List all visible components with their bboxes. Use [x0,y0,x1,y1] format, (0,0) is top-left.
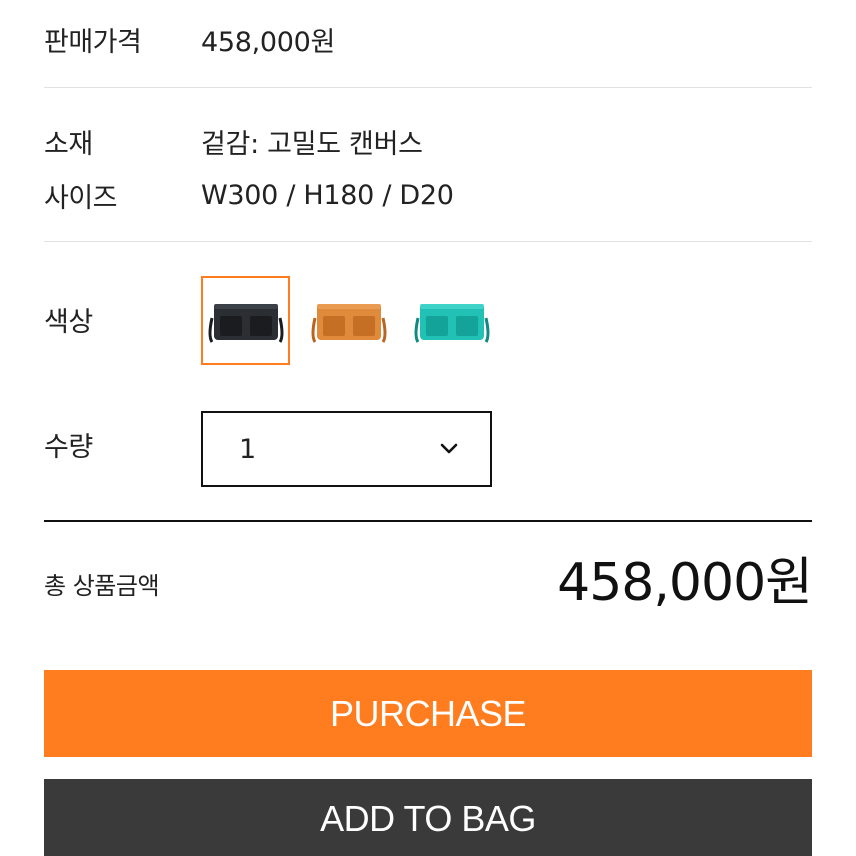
color-label: 색상 [44,307,93,338]
price-row: 판매가격 458,000원 [44,20,335,59]
color-row: 색상 [44,300,201,339]
size-row: 사이즈 W300 / H180 / D20 [44,176,454,215]
quantity-value: 1 [239,433,257,465]
material-label: 소재 [44,129,93,160]
color-swatch-black[interactable] [201,276,290,365]
color-swatch-orange[interactable] [304,276,393,365]
purchase-button-label: PURCHASE [329,692,527,734]
purchase-button[interactable]: PURCHASE [44,670,812,757]
material-value: 겉감: 고밀도 캔버스 [201,129,423,160]
divider [44,87,812,88]
add-to-bag-button[interactable]: ADD TO BAG [44,779,812,856]
total-label: 총 상품금액 [44,572,160,600]
material-row: 소재 겉감: 고밀도 캔버스 [44,122,423,161]
teal-bag-icon [414,303,489,343]
color-swatches [201,276,496,365]
quantity-label: 수량 [44,432,93,463]
total-price: 458,000원 [557,553,813,613]
color-swatch-teal[interactable] [407,276,496,365]
price-value: 458,000원 [201,27,336,58]
orange-bag-icon [311,303,386,343]
size-label: 사이즈 [44,183,118,214]
price-label: 판매가격 [44,27,142,58]
quantity-select[interactable]: 1 [201,411,492,487]
quantity-row: 수량 [44,425,201,464]
black-bag-icon [208,303,283,343]
total-divider [44,520,812,522]
add-to-bag-button-label: ADD TO BAG [320,798,536,839]
divider [44,241,812,242]
chevron-down-icon [440,443,458,454]
size-value: W300 / H180 / D20 [201,180,454,211]
